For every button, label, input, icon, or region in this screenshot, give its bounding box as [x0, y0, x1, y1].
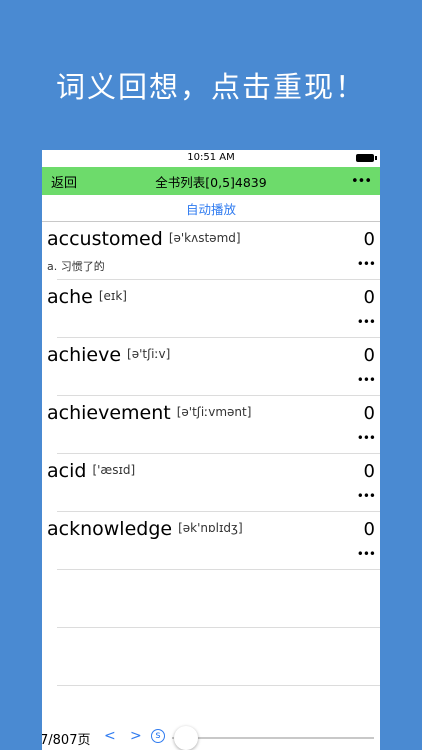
empty-row — [57, 628, 380, 686]
word-row[interactable]: achieve [ə'tʃiːv] 0 ••• — [47, 338, 380, 396]
row-more-icon[interactable]: ••• — [357, 489, 376, 503]
review-count: 0 — [363, 345, 375, 366]
word-text: acid — [47, 460, 87, 482]
phonetic-text: [eɪk] — [98, 289, 127, 303]
empty-row — [57, 570, 380, 628]
nav-bar: 返回 全书列表[0,5]4839 ••• — [42, 167, 380, 195]
next-page-button[interactable]: > — [130, 728, 142, 744]
word-row[interactable]: achievement [ə'tʃiːvmənt] 0 ••• — [47, 396, 380, 454]
row-more-icon[interactable]: ••• — [357, 257, 376, 271]
review-count: 0 — [363, 461, 375, 482]
review-count: 0 — [363, 519, 375, 540]
word-text: acknowledge — [47, 518, 173, 540]
page-slider-track[interactable] — [172, 737, 374, 739]
page-slider-thumb[interactable] — [174, 726, 198, 750]
phonetic-text: [ə'kʌstəmd] — [168, 231, 241, 245]
phonetic-text: ['æsɪd] — [92, 463, 136, 477]
row-more-icon[interactable]: ••• — [357, 547, 376, 561]
word-text: achieve — [47, 344, 122, 366]
page-indicator: 7/807页 — [42, 733, 91, 748]
s-circle-icon[interactable]: s — [151, 729, 165, 743]
word-list: accustomed [ə'kʌstəmd] 0 a. 习惯了的 ••• ache… — [42, 222, 380, 686]
bottom-toolbar: 7/807页 < > s — [42, 724, 380, 750]
review-count: 0 — [363, 403, 375, 424]
word-row[interactable]: accustomed [ə'kʌstəmd] 0 a. 习惯了的 ••• — [47, 222, 380, 280]
phone-screen: 10:51 AM 返回 全书列表[0,5]4839 ••• 自动播放 accus… — [42, 150, 380, 750]
nav-title: 全书列表[0,5]4839 — [155, 174, 267, 190]
battery-icon — [356, 154, 377, 162]
review-count: 0 — [363, 229, 375, 250]
review-count: 0 — [363, 287, 375, 308]
autoplay-button[interactable]: 自动播放 — [186, 199, 236, 218]
meaning-text: a. 习惯了的 — [47, 260, 105, 273]
word-text: achievement — [47, 402, 171, 424]
word-row[interactable]: acid ['æsɪd] 0 ••• — [47, 454, 380, 512]
word-text: accustomed — [47, 228, 163, 250]
word-row[interactable]: ache [eɪk] 0 ••• — [47, 280, 380, 338]
phonetic-text: [ək'nɒlɪdʒ] — [178, 521, 243, 535]
row-more-icon[interactable]: ••• — [357, 431, 376, 445]
row-more-icon[interactable]: ••• — [357, 373, 376, 387]
word-text: ache — [47, 286, 93, 308]
promo-headline: 词义回想，点击重现！ — [55, 70, 366, 104]
more-menu-icon[interactable]: ••• — [351, 174, 372, 189]
phonetic-text: [ə'tʃiːvmənt] — [176, 405, 252, 419]
status-time: 10:51 AM — [187, 152, 235, 163]
back-button[interactable]: 返回 — [51, 172, 77, 191]
prev-page-button[interactable]: < — [104, 728, 116, 744]
status-bar: 10:51 AM — [42, 150, 380, 167]
autoplay-bar: 自动播放 — [42, 195, 380, 222]
word-row[interactable]: acknowledge [ək'nɒlɪdʒ] 0 ••• — [47, 512, 380, 570]
phonetic-text: [ə'tʃiːv] — [127, 347, 171, 361]
row-more-icon[interactable]: ••• — [357, 315, 376, 329]
